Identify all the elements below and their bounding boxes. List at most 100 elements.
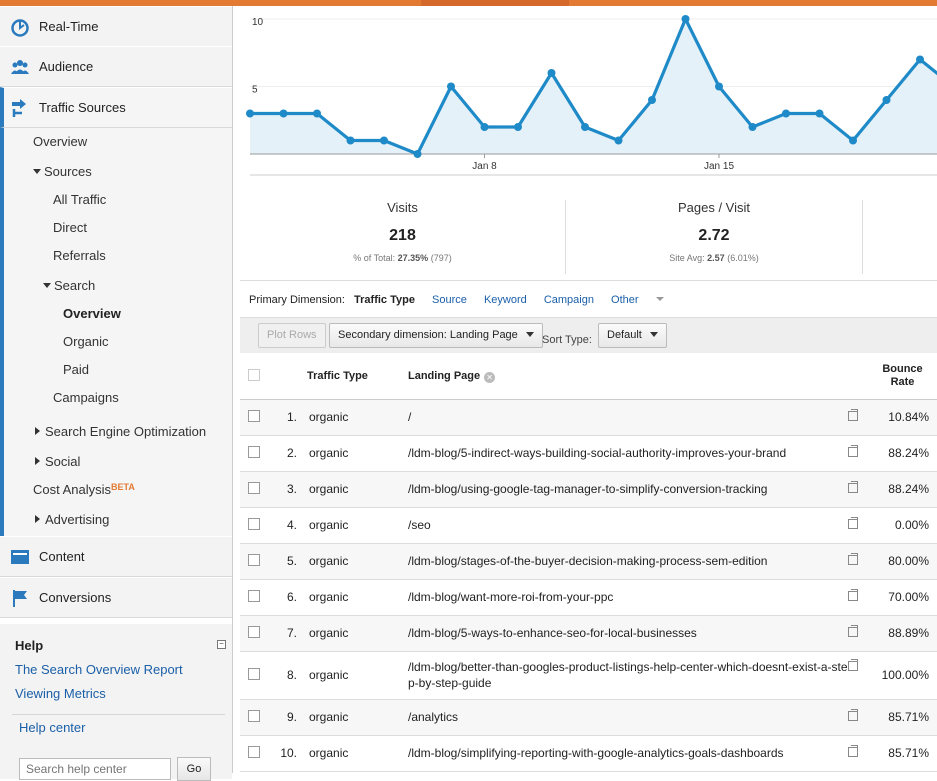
nav-all-traffic[interactable]: All Traffic [53,192,106,207]
y-tick-label: 5 [252,85,258,96]
collapse-icon[interactable]: − [217,640,226,649]
table-row[interactable]: 5. organic/ldm-blog/stages-of-the-buyer-d… [240,543,937,580]
traffic-type-cell[interactable]: organic [307,507,408,544]
plot-rows-button[interactable]: Plot Rows [258,323,326,348]
help-go-button[interactable]: Go [177,757,211,781]
section-audience[interactable]: Audience [0,46,232,87]
landing-page-cell[interactable]: /ldm-blog/want-more-roi-from-your-ppc [408,579,848,616]
help-search-input[interactable] [19,758,171,780]
nav-sources[interactable]: Sources [33,164,92,179]
landing-page-cell[interactable]: /ldm-blog/using-google-tag-manager-to-si… [408,471,848,508]
help-link-viewing-metrics[interactable]: Viewing Metrics [15,686,106,701]
table-row[interactable]: 7. organic/ldm-blog/5-ways-to-enhance-seo… [240,615,937,652]
table-row[interactable]: 8. organic/ldm-blog/better-than-googles-p… [240,651,937,700]
section-content[interactable]: Content [0,536,232,577]
landing-page-cell[interactable]: /ldm-blog/stages-of-the-buyer-decision-m… [408,543,848,580]
dimension-source[interactable]: Source [432,294,467,306]
nav-campaigns[interactable]: Campaigns [53,390,119,405]
section-realtime[interactable]: Real-Time [0,6,232,47]
table-row[interactable]: 1. organic/ 10.84% [240,399,937,436]
traffic-type-cell[interactable]: organic [307,543,408,580]
visits-chart: 10 5 Jan 8 Jan 15 [246,15,937,176]
traffic-type-cell[interactable]: organic [307,471,408,508]
nav-paid[interactable]: Paid [63,362,89,377]
metric-pages-visit[interactable]: Pages / Visit 2.72 Site Avg: 2.57 (6.01%… [566,200,862,272]
section-conversions[interactable]: Conversions [0,577,232,618]
popout-icon[interactable] [848,553,858,565]
row-checkbox[interactable] [248,481,260,494]
table-row[interactable]: 3. organic/ldm-blog/using-google-tag-mana… [240,471,937,508]
remove-dimension-icon[interactable]: ✕ [484,371,496,383]
popout-icon[interactable] [848,481,858,493]
sort-type-dropdown[interactable]: Default [598,323,667,348]
dimension-traffic-type[interactable]: Traffic Type [354,294,415,306]
row-checkbox[interactable] [248,667,260,680]
nav-direct[interactable]: Direct [53,220,87,235]
row-checkbox[interactable] [248,625,260,638]
landing-page-header[interactable]: Landing Page ✕ [408,354,848,400]
nav-overview[interactable]: Overview [33,134,87,149]
traffic-type-cell[interactable]: organic [307,399,408,436]
landing-page-cell[interactable]: / [408,399,848,436]
traffic-type-header[interactable]: Traffic Type [307,354,408,400]
popout-icon[interactable] [848,409,858,421]
row-checkbox[interactable] [248,553,260,566]
popout-icon[interactable] [848,517,858,529]
traffic-type-cell[interactable]: organic [307,699,408,736]
row-checkbox[interactable] [248,409,260,422]
metric-visits[interactable]: Visits 218 % of Total: 27.35% (797) [240,200,565,272]
metric-value: 218 [389,227,416,244]
section-traffic-sources[interactable]: Traffic Sources [0,87,232,128]
dimension-campaign[interactable]: Campaign [544,294,594,306]
row-checkbox-cell [240,735,270,772]
secondary-dimension-dropdown[interactable]: Secondary dimension: Landing Page [329,323,543,348]
nav-cost-analysis[interactable]: Cost AnalysisBETA [33,482,135,497]
nav-advertising[interactable]: Advertising [35,512,109,527]
row-checkbox[interactable] [248,445,260,458]
table-row[interactable]: 10. organic/ldm-blog/simplifying-reportin… [240,735,937,772]
landing-page-cell[interactable]: /ldm-blog/5-indirect-ways-building-socia… [408,435,848,472]
traffic-type-cell[interactable]: organic [307,435,408,472]
table-row[interactable]: 4. organic/seo 0.00% [240,507,937,544]
traffic-type-cell[interactable]: organic [307,579,408,616]
dimension-other[interactable]: Other [611,294,678,306]
landing-page-cell[interactable]: /seo [408,507,848,544]
nav-social[interactable]: Social [35,454,80,469]
bounce-rate-cell: 100.00% [868,651,937,700]
row-checkbox[interactable] [248,517,260,530]
help-link-search-overview[interactable]: The Search Overview Report [15,662,183,677]
nav-organic[interactable]: Organic [63,334,109,349]
table-row[interactable]: 9. organic/analytics 85.71% [240,699,937,736]
nav-search-overview[interactable]: Overview [63,306,121,321]
nav-search[interactable]: Search [43,278,95,293]
table-row[interactable]: 6. organic/ldm-blog/want-more-roi-from-yo… [240,579,937,616]
x-tick-label: Jan 15 [704,161,734,172]
help-center-link[interactable]: Help center [19,720,85,735]
traffic-type-cell[interactable]: organic [307,735,408,772]
metric-value: 2.72 [698,227,730,244]
nav-referrals[interactable]: Referrals [53,248,106,263]
audience-icon [11,60,29,74]
row-checkbox[interactable] [248,589,260,602]
traffic-type-cell[interactable]: organic [307,651,408,700]
dimension-keyword[interactable]: Keyword [484,294,527,306]
row-checkbox[interactable] [248,709,260,722]
data-point [581,123,589,131]
table-body: 1. organic/10.84% 2. organic/ldm-blog/5-ind… [240,399,937,772]
popout-icon[interactable] [848,658,858,671]
row-checkbox[interactable] [248,745,260,758]
nav-seo[interactable]: Search Engine Optimization [35,424,206,439]
table-row[interactable]: 2. organic/ldm-blog/5-indirect-ways-build… [240,435,937,472]
select-all-checkbox[interactable] [248,368,260,381]
popout-icon[interactable] [848,589,858,601]
landing-page-cell[interactable]: /ldm-blog/better-than-googles-product-li… [408,651,848,700]
bounce-rate-header[interactable]: Bounce Rate [868,354,937,400]
popout-icon[interactable] [848,709,858,721]
landing-page-cell[interactable]: /analytics [408,699,848,736]
popout-icon[interactable] [848,445,858,457]
landing-page-cell[interactable]: /ldm-blog/5-ways-to-enhance-seo-for-loca… [408,615,848,652]
traffic-type-cell[interactable]: organic [307,615,408,652]
popout-icon[interactable] [848,745,858,757]
popout-icon[interactable] [848,625,858,637]
landing-page-cell[interactable]: /ldm-blog/simplifying-reporting-with-goo… [408,735,848,772]
